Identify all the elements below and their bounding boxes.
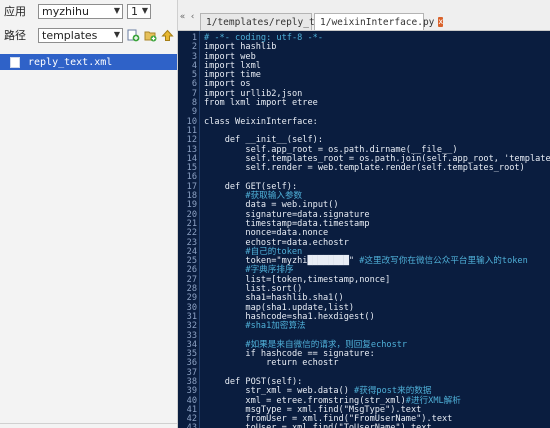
path-label: 路径 bbox=[4, 29, 26, 42]
file-icon bbox=[10, 56, 20, 68]
tab-reply-template[interactable]: 1/templates/reply_te x bbox=[200, 13, 330, 30]
code-editor[interactable]: 1 # -*- coding: utf-8 -*- 2 import hashlib 3… bbox=[178, 31, 550, 428]
chevron-down-icon: ▼ bbox=[113, 29, 120, 39]
file-item-label: reply_text.xml bbox=[28, 56, 113, 68]
path-select[interactable]: templates ▼ bbox=[38, 27, 123, 43]
code-lines: 1 # -*- coding: utf-8 -*- 2 import hashlib 3… bbox=[178, 33, 550, 428]
tab-bar: « ‹ 1/templates/reply_te x 1/weixinInter… bbox=[178, 0, 550, 31]
tab-label: 1/weixinInterface.py bbox=[320, 16, 435, 28]
previous-tab-icon[interactable]: ‹ bbox=[188, 11, 197, 23]
file-item-reply-text[interactable]: reply_text.xml bbox=[0, 54, 177, 70]
code-line[interactable]: 36 return echostr bbox=[178, 358, 550, 369]
code-text: class WeixinInterface: bbox=[204, 116, 318, 127]
divider bbox=[0, 423, 177, 424]
new-folder-icon[interactable] bbox=[143, 28, 157, 42]
code-text: sha1=hashlib.sha1() bbox=[204, 293, 344, 304]
code-text: def __init__(self): bbox=[204, 135, 323, 146]
chevron-down-icon: ▼ bbox=[141, 5, 148, 15]
path-row: 路径 templates ▼ bbox=[0, 26, 174, 44]
code-text: from lxml import etree bbox=[204, 98, 318, 109]
code-line[interactable]: 43 toUser = xml.find("ToUserName").text bbox=[178, 424, 550, 428]
up-folder-icon[interactable] bbox=[160, 28, 174, 42]
tab-weixin-interface[interactable]: 1/weixinInterface.py x bbox=[314, 13, 444, 30]
code-line[interactable]: 32 #sha1加密算法 bbox=[178, 321, 550, 332]
code-text: nonce=data.nonce bbox=[204, 228, 329, 239]
scroll-tabs-left-icon[interactable]: « bbox=[178, 11, 187, 23]
app-row: 应用 myzhihu ▼ 1 ▼ bbox=[0, 2, 151, 20]
code-text: toUser = xml.find("ToUserName").text bbox=[200, 423, 431, 428]
code-text: data = web.input() bbox=[204, 200, 339, 211]
tab-label: 1/templates/reply_te bbox=[206, 16, 321, 28]
close-icon[interactable]: x bbox=[438, 17, 444, 27]
version-select-value: 1 bbox=[131, 4, 138, 18]
version-select[interactable]: 1 ▼ bbox=[127, 3, 151, 19]
line-number: 43 bbox=[178, 424, 200, 428]
code-text: import os bbox=[204, 79, 251, 90]
code-line[interactable]: 10 class WeixinInterface: bbox=[178, 116, 550, 127]
code-text: #字典序排序 bbox=[245, 265, 294, 276]
file-browser-panel: 应用 myzhihu ▼ 1 ▼ 路径 templates ▼ reply_te… bbox=[0, 0, 178, 428]
code-text: self.render = web.template.render(self.t… bbox=[204, 163, 525, 174]
app-select-value: myzhihu bbox=[42, 4, 89, 18]
path-select-value: templates bbox=[42, 28, 98, 42]
code-text: str_xml = web.data() #获得post来的数据 bbox=[204, 386, 432, 397]
app-label: 应用 bbox=[4, 5, 26, 18]
code-line[interactable]: 8 from lxml import etree bbox=[178, 98, 550, 109]
app-select[interactable]: myzhihu ▼ bbox=[38, 3, 123, 19]
file-list: reply_text.xml bbox=[0, 54, 177, 70]
code-text: return echostr bbox=[204, 358, 339, 369]
code-text: #sha1加密算法 bbox=[245, 321, 306, 332]
code-text: import hashlib bbox=[204, 42, 277, 53]
new-file-icon[interactable] bbox=[126, 28, 140, 42]
chevron-down-icon: ▼ bbox=[113, 5, 120, 15]
code-line[interactable]: 15 self.render = web.template.render(sel… bbox=[178, 163, 550, 174]
